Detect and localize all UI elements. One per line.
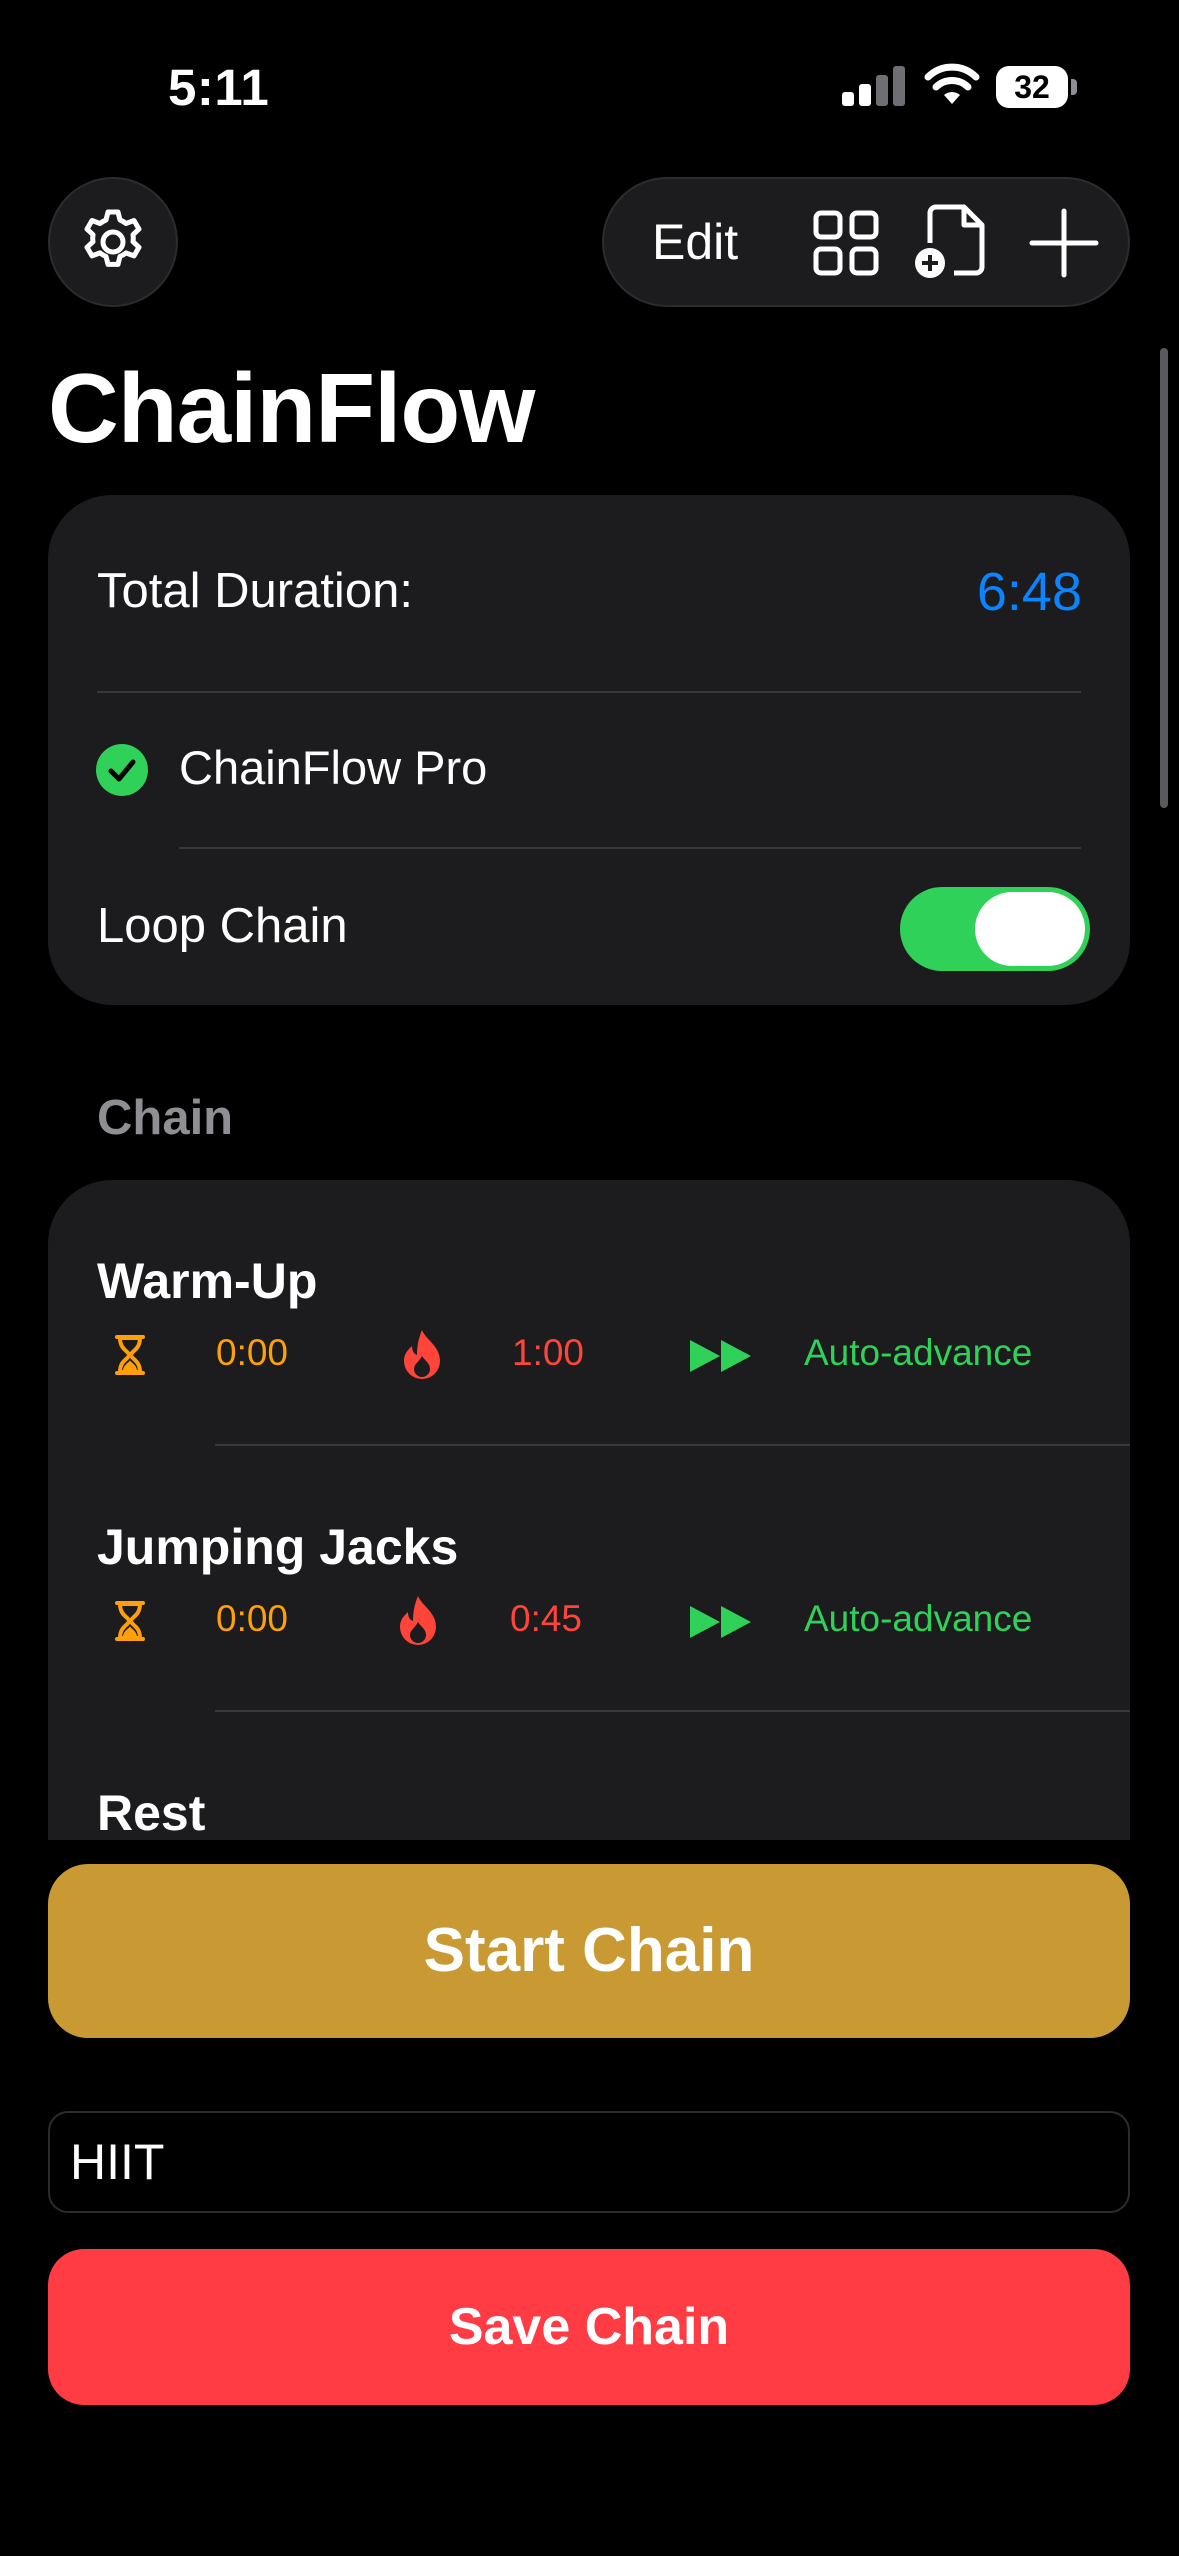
start-chain-button[interactable]: Start Chain	[48, 1864, 1130, 2038]
fast-forward-icon	[690, 1340, 751, 1372]
step-name: Rest	[97, 1785, 206, 1840]
grid-icon[interactable]	[810, 207, 882, 279]
fast-forward-icon	[690, 1606, 751, 1638]
checkmark-icon	[96, 744, 148, 796]
chain-step[interactable]: Rest	[48, 1712, 1130, 1840]
doc-add-icon[interactable]	[910, 201, 988, 283]
pro-label[interactable]: ChainFlow Pro	[179, 740, 487, 795]
gear-icon	[84, 209, 142, 267]
plus-icon[interactable]	[1028, 207, 1100, 279]
wifi-icon	[924, 63, 980, 104]
battery-level: 32	[996, 66, 1068, 108]
step-duration: 1:00	[512, 1332, 585, 1373]
step-name: Jumping Jacks	[97, 1519, 459, 1575]
scroll-indicator[interactable]	[1160, 348, 1168, 808]
settings-button[interactable]	[48, 177, 178, 307]
step-timer: 0:00	[216, 1332, 289, 1373]
step-mode: Auto-advance	[804, 1598, 1033, 1639]
step-timer: 0:00	[216, 1598, 289, 1639]
flame-icon	[400, 1596, 436, 1645]
battery-icon: 32	[996, 66, 1077, 108]
status-time: 5:11	[168, 59, 270, 116]
section-header-chain: Chain	[97, 1091, 234, 1145]
summary-card: Total Duration: 6:48 ChainFlow Pro Loop …	[48, 495, 1130, 1005]
hourglass-icon	[115, 1335, 145, 1375]
loop-chain-toggle[interactable]	[900, 887, 1090, 971]
hourglass-icon	[115, 1601, 145, 1641]
step-name: Warm-Up	[97, 1253, 318, 1309]
total-duration-label: Total Duration:	[97, 564, 413, 618]
chain-step[interactable]: Warm-Up 0:00 1:00 Auto-advance	[48, 1180, 1130, 1446]
chain-step[interactable]: Jumping Jacks 0:00 0:45 Auto-advance	[48, 1446, 1130, 1712]
step-duration: 0:45	[510, 1598, 583, 1639]
loop-chain-label: Loop Chain	[97, 899, 348, 953]
cellular-signal-icon	[842, 64, 906, 106]
edit-button[interactable]: Edit	[652, 179, 738, 305]
page-title: ChainFlow	[48, 353, 535, 463]
toolbar-group: Edit	[602, 177, 1130, 307]
step-mode: Auto-advance	[804, 1332, 1033, 1373]
chain-list: Warm-Up 0:00 1:00 Auto-advance Jumping J…	[48, 1180, 1130, 1840]
total-duration-value: 6:48	[976, 562, 1082, 622]
chain-name-field[interactable]: HIIT	[48, 2111, 1130, 2213]
flame-icon	[404, 1330, 440, 1379]
save-chain-button[interactable]: Save Chain	[48, 2249, 1130, 2405]
